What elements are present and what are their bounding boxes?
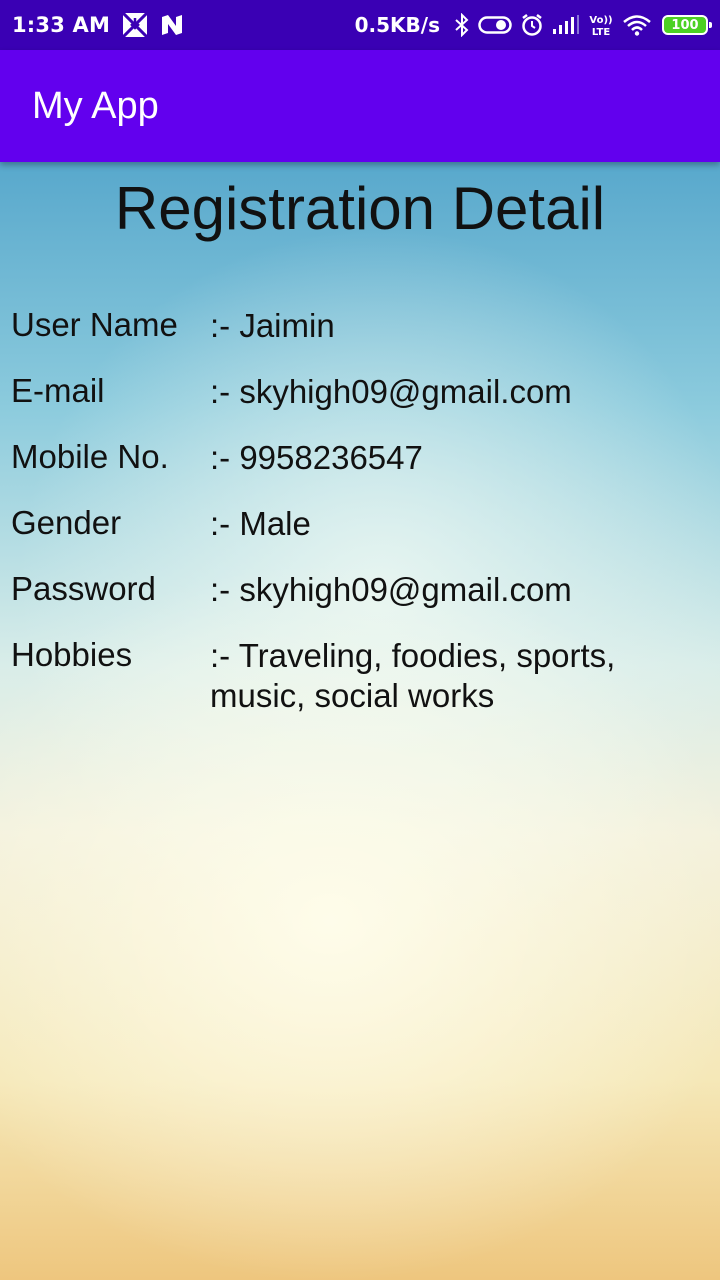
wifi-icon <box>622 14 652 36</box>
bluetooth-icon <box>454 13 470 37</box>
mobile-value: :- 9958236547 <box>210 439 423 476</box>
hobbies-label: Hobbies <box>11 636 133 673</box>
gender-label: Gender <box>11 504 122 541</box>
n-notification-icon <box>160 14 184 36</box>
lte-label: LTE <box>592 27 611 38</box>
password-label: Password <box>11 570 156 607</box>
username-label: User Name <box>11 306 178 343</box>
detail-row-gender: Gender :- Male <box>11 504 711 544</box>
volte-lte-icon: Vo)) LTE <box>588 12 614 38</box>
email-value: :- skyhigh09@gmail.com <box>210 373 572 410</box>
gender-value: :- Male <box>210 505 311 542</box>
svg-text:Vo)): Vo)) <box>589 15 612 26</box>
photo-notification-icon <box>122 12 149 38</box>
mobile-label: Mobile No. <box>11 438 169 475</box>
password-value: :- skyhigh09@gmail.com <box>210 571 572 608</box>
content-area: Registration Detail User Name :- Jaimin … <box>0 162 720 1280</box>
detail-row-password: Password :- skyhigh09@gmail.com <box>11 570 711 610</box>
detail-row-email: E-mail :- skyhigh09@gmail.com <box>11 372 711 412</box>
net-speed: 0.5KB/s <box>354 13 440 37</box>
alarm-icon <box>520 13 544 37</box>
toggle-icon <box>478 15 512 35</box>
detail-row-username: User Name :- Jaimin <box>11 306 711 346</box>
page-title: Registration Detail <box>114 175 606 242</box>
signal-icon <box>552 14 580 36</box>
email-label: E-mail <box>11 372 105 409</box>
status-bar: 1:33 AM 0.5KB/s Vo)) LTE 100 <box>0 0 720 50</box>
battery-icon: 100 <box>662 15 712 35</box>
hobbies-value: :- Traveling, foodies, sports, music, so… <box>210 637 616 714</box>
username-value: :- Jaimin <box>210 307 335 344</box>
battery-level: 100 <box>671 17 699 33</box>
status-time: 1:33 AM <box>12 13 111 37</box>
app-title: My App <box>32 84 159 127</box>
detail-row-hobbies: Hobbies :- Traveling, foodies, sports, m… <box>11 636 711 716</box>
detail-row-mobile: Mobile No. :- 9958236547 <box>11 438 711 478</box>
app-bar: My App <box>0 50 720 162</box>
